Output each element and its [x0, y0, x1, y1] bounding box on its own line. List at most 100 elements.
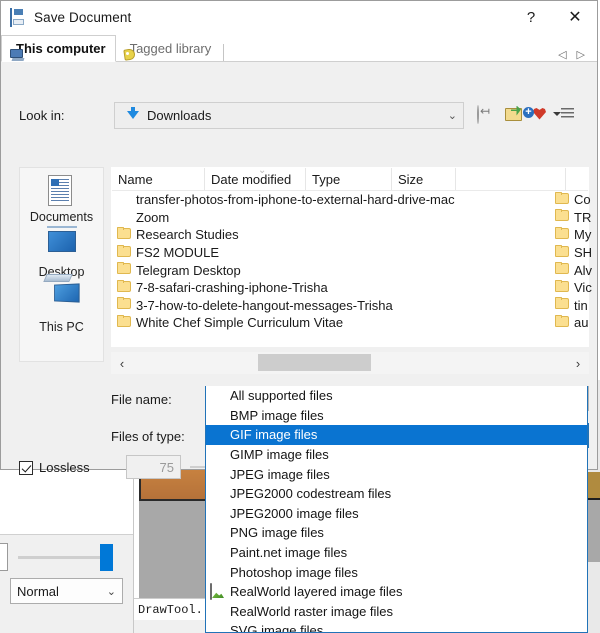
dropdown-option-label: JPEG2000 image files	[230, 505, 359, 521]
help-button[interactable]: ?	[509, 2, 553, 32]
add-favorite-icon[interactable]	[533, 106, 553, 126]
dropdown-option-selected[interactable]: GIF image files	[206, 425, 587, 445]
dropdown-option[interactable]: Photoshop image files	[206, 562, 587, 582]
quality-value: 75	[159, 459, 174, 475]
dropdown-option[interactable]: All supported files	[206, 386, 587, 406]
file-list-header: Name Date modified Type Size ⌄	[112, 165, 588, 191]
dropdown-option[interactable]: PNG image files	[206, 523, 587, 543]
quality-value-field[interactable]: 75	[126, 455, 181, 479]
dialog-tabstrip: This computer Tagged library ◁ ▷	[1, 33, 597, 62]
files-of-type-dropdown-list[interactable]: All supported files BMP image files GIF …	[205, 386, 588, 633]
sidebar-item-desktop[interactable]: Desktop	[20, 229, 103, 279]
tab-prev-icon[interactable]: ◁	[558, 48, 566, 61]
list-item[interactable]: Telegram Desktop	[112, 261, 588, 279]
dropdown-option-label: GIF image files	[230, 427, 318, 443]
list-item[interactable]: au	[555, 314, 600, 332]
list-item[interactable]: My	[555, 226, 600, 244]
list-item[interactable]: Co	[555, 191, 600, 209]
dropdown-option[interactable]: BMP image files	[206, 406, 587, 426]
background-opacity-slider-track[interactable]	[18, 556, 104, 559]
file-list[interactable]: Name Date modified Type Size ⌄ transfer-…	[111, 165, 592, 347]
list-item-label: My	[574, 227, 592, 243]
list-item[interactable]: transfer-photos-from-iphone-to-external-…	[112, 191, 588, 209]
dropdown-option[interactable]: JPEG2000 codestream files	[206, 484, 587, 504]
list-item[interactable]: 7-8-safari-crashing-iphone-Trisha	[112, 279, 588, 297]
folder-icon	[555, 192, 571, 208]
list-item[interactable]: White Chef Simple Curriculum Vitae	[112, 314, 588, 332]
background-document-tab-label: DrawTool.	[138, 602, 203, 617]
list-item[interactable]: TR	[555, 209, 600, 227]
tab-tagged-library[interactable]: Tagged library	[116, 35, 221, 61]
list-item-label: White Chef Simple Curriculum Vitae	[136, 315, 344, 331]
dropdown-option-label: PNG image files	[230, 525, 324, 541]
realworld-image-icon	[210, 582, 226, 600]
lookin-value: Downloads	[147, 108, 212, 123]
list-item[interactable]: Vic	[555, 279, 600, 297]
column-header-size[interactable]: Size	[392, 168, 456, 190]
list-item-label: SH	[574, 245, 593, 261]
list-item[interactable]: SH	[555, 244, 600, 262]
scrollbar-thumb[interactable]	[258, 354, 371, 371]
close-button[interactable]: ✕	[553, 2, 597, 32]
lookin-select[interactable]: Downloads ⌄	[114, 102, 464, 129]
tab-this-computer-label: This computer	[16, 41, 106, 56]
file-list-horizontal-scrollbar[interactable]: ‹ ›	[111, 352, 589, 374]
screenshot-root: Normal ⌄ DrawTool. Save Document ? ✕ Thi…	[0, 0, 600, 633]
dropdown-option[interactable]: RealWorld raster image files	[206, 602, 587, 622]
list-item[interactable]: Alv	[555, 261, 600, 279]
scroll-right-icon[interactable]: ›	[567, 352, 589, 374]
documents-icon	[45, 174, 79, 208]
folder-icon	[555, 262, 571, 278]
sidebar-item-this-pc-label: This PC	[39, 320, 84, 334]
dropdown-option[interactable]: Paint.net image files	[206, 543, 587, 563]
dialog-titlebar: Save Document ? ✕	[1, 1, 597, 33]
folder-icon	[117, 262, 133, 278]
list-item-label: Research Studies	[136, 227, 239, 243]
sidebar-item-this-pc[interactable]: This PC	[20, 284, 103, 334]
folder-icon	[555, 227, 571, 243]
tab-separator	[223, 44, 225, 61]
column-header-name[interactable]: Name	[112, 168, 205, 190]
list-item-label: Telegram Desktop	[136, 262, 241, 278]
list-item[interactable]: 3-7-how-to-delete-hangout-messages-Trish…	[112, 297, 588, 315]
view-options-icon[interactable]	[561, 106, 581, 126]
background-opacity-slider-thumb[interactable]	[100, 544, 113, 571]
list-item-label: Alv	[574, 262, 593, 278]
list-item[interactable]: Research Studies	[112, 226, 588, 244]
download-arrow-icon	[121, 106, 141, 125]
dropdown-option-label: Photoshop image files	[230, 564, 358, 580]
dropdown-option-label: RealWorld layered image files	[230, 584, 403, 600]
file-list-second-column: Co TR My SH Alv Vic tin au	[555, 191, 600, 332]
scrollbar-track[interactable]	[133, 352, 567, 374]
scroll-left-icon[interactable]: ‹	[111, 352, 133, 374]
dropdown-option[interactable]: JPEG2000 image files	[206, 504, 587, 524]
lossless-label: Lossless	[39, 460, 90, 475]
back-icon[interactable]	[477, 104, 497, 126]
background-slider-value-box[interactable]	[0, 543, 8, 571]
folder-icon	[117, 227, 133, 243]
tab-next-icon[interactable]: ▷	[577, 48, 585, 61]
tab-this-computer[interactable]: This computer	[1, 35, 116, 62]
list-item-label: tin	[574, 297, 588, 313]
list-item[interactable]: Zoom	[112, 209, 588, 227]
sidebar-item-documents[interactable]: Documents	[20, 174, 103, 224]
list-item[interactable]: FS2 MODULE	[112, 244, 588, 262]
list-item[interactable]: tin	[555, 297, 600, 315]
column-header-date-modified[interactable]: Date modified	[205, 168, 306, 190]
blend-mode-value: Normal	[17, 583, 59, 599]
dropdown-option[interactable]: GIMP image files	[206, 445, 587, 465]
new-folder-icon[interactable]	[505, 106, 525, 126]
lookin-label: Look in:	[19, 108, 65, 123]
background-blend-mode-select[interactable]: Normal ⌄	[10, 578, 123, 604]
file-list-body: transfer-photos-from-iphone-to-external-…	[112, 191, 592, 347]
column-header-type[interactable]: Type	[306, 168, 392, 190]
dropdown-option[interactable]: JPEG image files	[206, 464, 587, 484]
lossless-option[interactable]: Lossless	[19, 460, 90, 475]
dialog-toolbar	[477, 102, 581, 129]
dropdown-option[interactable]: RealWorld layered image files	[206, 582, 587, 602]
dropdown-option[interactable]: SVG image files	[206, 621, 587, 632]
column-header-extra	[456, 168, 566, 190]
lossless-checkbox[interactable]	[19, 460, 33, 475]
quality-slider-track[interactable]	[190, 466, 206, 468]
chevron-down-icon: ⌄	[447, 110, 457, 122]
